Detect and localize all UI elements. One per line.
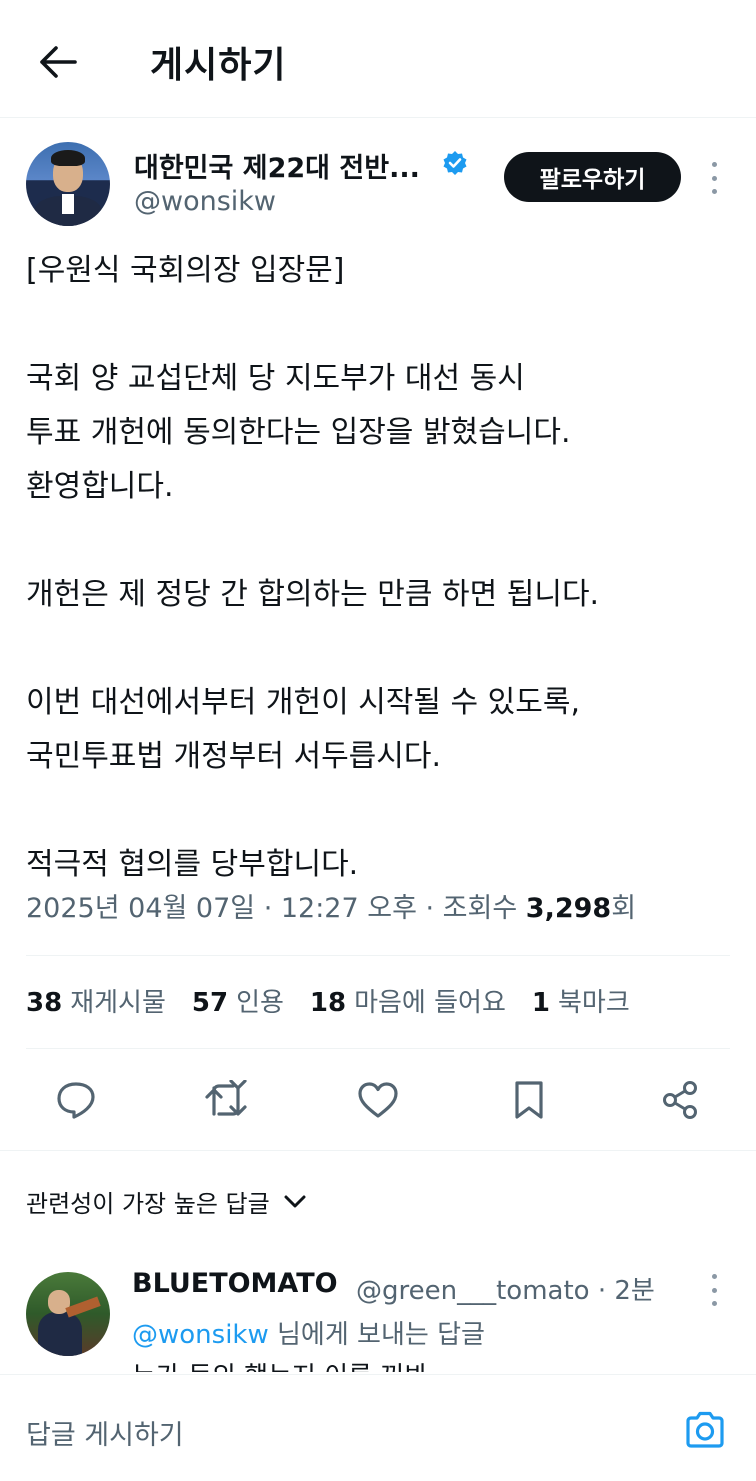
view-count: 3,298 (525, 893, 612, 924)
author-handle[interactable]: @wonsikw (134, 186, 276, 217)
engagement-stats: 38 재게시물 57 인용 18 마음에 들어요 1 북마크 (26, 982, 630, 1019)
bookmark-icon (515, 1081, 543, 1119)
retweet-button[interactable] (202, 1076, 250, 1124)
retweets-label: 재게시물 (70, 988, 166, 1018)
replying-to: @wonsikw 님에게 보내는 답글 (132, 1314, 485, 1351)
reply-icon (57, 1082, 95, 1119)
retweet-icon (205, 1080, 247, 1116)
like-button[interactable] (354, 1076, 402, 1124)
back-button[interactable] (34, 38, 82, 86)
divider (26, 955, 730, 956)
view-suffix: 회 (611, 893, 637, 924)
camera-icon (686, 1411, 724, 1448)
mention-link[interactable]: @wonsikw (132, 1320, 269, 1350)
retweets-stat[interactable]: 38 재게시물 (26, 982, 166, 1019)
top-bar: 게시하기 (0, 0, 756, 118)
reply-avatar[interactable] (26, 1272, 110, 1356)
tweet-meta: 2025년 04월 07일 · 12:27 오후 · 조회수 3,298회 (26, 886, 636, 925)
reply-author-handle[interactable]: @green___tomato · 2분 (356, 1270, 655, 1307)
author-avatar[interactable] (26, 142, 110, 226)
author-name[interactable]: 대한민국 제22대 전반... (134, 146, 420, 185)
reply-button[interactable] (52, 1076, 100, 1124)
quotes-label: 인용 (236, 988, 284, 1018)
divider (26, 1048, 730, 1049)
bookmarks-stat[interactable]: 1 북마크 (532, 982, 630, 1019)
tweet-text: [우원식 국회의장 입장문] 국회 양 교섭단체 당 지도부가 대선 동시 투표… (26, 253, 600, 882)
bookmarks-count: 1 (531, 988, 550, 1018)
bookmarks-label: 북마크 (557, 988, 630, 1018)
follow-button[interactable]: 팔로우하기 (504, 152, 681, 202)
page-title: 게시하기 (150, 45, 287, 86)
heart-icon (358, 1082, 398, 1118)
reply-input[interactable]: 답글 게시하기 (26, 1413, 184, 1452)
more-options-icon[interactable] (700, 160, 728, 196)
reply-composer[interactable]: 답글 게시하기 (0, 1374, 756, 1481)
retweets-count: 38 (26, 988, 63, 1018)
arrow-left-icon (40, 46, 77, 78)
quotes-stat[interactable]: 57 인용 (192, 982, 284, 1019)
likes-stat[interactable]: 18 마음에 들어요 (310, 982, 506, 1019)
chevron-down-icon (284, 1195, 306, 1207)
reply-text: 누가 동의 했는지 이름 꺼봐 (132, 1356, 428, 1372)
reply-more-icon[interactable] (700, 1274, 728, 1306)
verified-badge-icon[interactable] (442, 150, 468, 176)
likes-count: 18 (309, 988, 347, 1018)
tweet-timestamp[interactable]: 2025년 04월 07일 · 12:27 오후 · 조회수 (26, 893, 526, 924)
share-icon (663, 1081, 697, 1119)
quotes-count: 57 (191, 988, 229, 1018)
reply-sort-label: 관련성이 가장 높은 답글 (26, 1190, 270, 1218)
reply-sort-selector[interactable]: 관련성이 가장 높은 답글 (26, 1184, 306, 1219)
reply-item[interactable]: BLUETOMATO @green___tomato · 2분 @wonsikw… (0, 1262, 756, 1372)
divider (0, 1150, 756, 1151)
share-button[interactable] (656, 1076, 704, 1124)
bookmark-button[interactable] (505, 1076, 553, 1124)
replying-to-suffix: 님에게 보내는 답글 (268, 1320, 485, 1350)
likes-label: 마음에 들어요 (354, 988, 506, 1018)
action-bar (0, 1070, 756, 1130)
author-row: 대한민국 제22대 전반... @wonsikw 팔로우하기 (0, 130, 756, 230)
reply-author-name[interactable]: BLUETOMATO (132, 1268, 338, 1299)
camera-button[interactable] (682, 1407, 728, 1453)
